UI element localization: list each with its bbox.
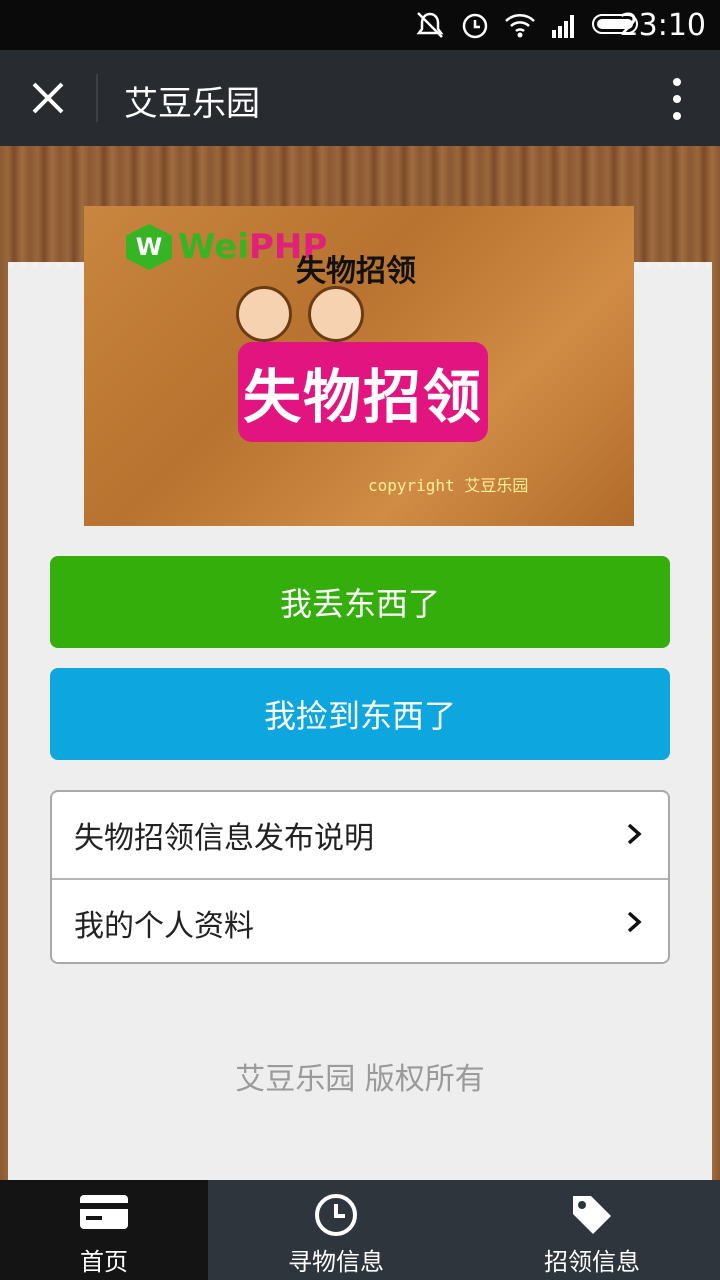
page-title: 艾豆乐园 [124, 84, 260, 124]
tab-claim-items[interactable]: 招领信息 [464, 1180, 720, 1280]
navbar-divider [96, 74, 98, 122]
banner-copyright: copyright 艾豆乐园 [368, 476, 529, 495]
card-icon [80, 1195, 128, 1229]
chevron-right-icon [627, 823, 642, 845]
logo-hex-icon: W [126, 224, 172, 270]
status-bar: 23:10 [0, 0, 720, 50]
main-content: W Wei PHP 失物招领 失物招领 copyright 艾豆乐园 我丢东西了 … [0, 146, 720, 1186]
banner-image: W Wei PHP 失物招领 失物招领 copyright 艾豆乐园 [84, 206, 634, 526]
mute-icon [416, 12, 444, 38]
status-icons [414, 10, 578, 40]
tab-home[interactable]: 首页 [0, 1180, 208, 1280]
kids-illustration [236, 276, 366, 346]
tag-icon [573, 1196, 611, 1234]
status-time: 23:10 [619, 8, 706, 43]
tab-search-items[interactable]: 寻物信息 [208, 1180, 464, 1280]
lost-item-button[interactable]: 我丢东西了 [50, 556, 670, 648]
list-item-label: 失物招领信息发布说明 [74, 821, 374, 856]
logo-wei-text: Wei [178, 227, 250, 267]
found-item-button[interactable]: 我捡到东西了 [50, 668, 670, 760]
tab-label: 招领信息 [544, 1248, 640, 1276]
list-item-label: 我的个人资料 [74, 909, 254, 944]
chevron-right-icon [627, 911, 642, 933]
copyright-footer: 艾豆乐园 版权所有 [235, 1062, 485, 1097]
list-item-publish-guide[interactable]: 失物招领信息发布说明 [52, 792, 668, 878]
signal-icon [552, 15, 574, 38]
list-item-profile[interactable]: 我的个人资料 [52, 878, 668, 962]
tab-label: 寻物信息 [288, 1248, 384, 1276]
top-navbar: 艾豆乐园 [0, 50, 720, 146]
clock-icon [315, 1194, 357, 1236]
close-icon[interactable] [26, 76, 70, 120]
alarm-icon [462, 13, 488, 39]
banner-sign: 失物招领 [238, 342, 488, 442]
wifi-icon [505, 14, 535, 38]
more-vertical-icon[interactable] [672, 78, 682, 120]
bottom-tabbar: 首页 寻物信息 招领信息 [0, 1180, 720, 1280]
tab-label: 首页 [80, 1248, 128, 1276]
menu-list: 失物招领信息发布说明 我的个人资料 [50, 790, 670, 964]
